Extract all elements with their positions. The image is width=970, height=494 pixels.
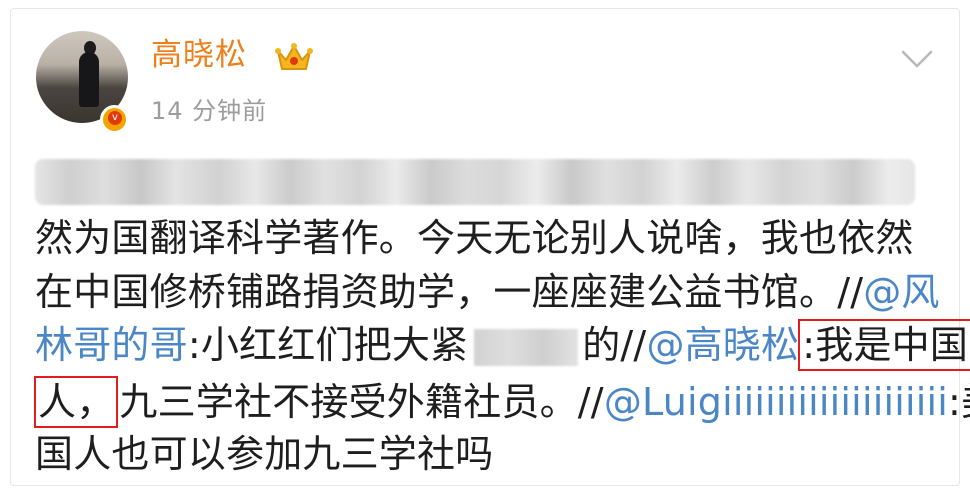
post-content-text: :小红红们把大紧	[187, 323, 469, 367]
mention-link[interactable]: 林哥的哥	[35, 323, 188, 367]
highlighted-text: :我是中国	[798, 319, 970, 371]
post-content-text: :美	[948, 380, 970, 424]
chevron-down-icon[interactable]	[893, 40, 941, 76]
post-content-text: 的//	[582, 323, 647, 367]
mention-link[interactable]: @Luigiiiiiiiiiiiiiiiiiiiii	[604, 380, 948, 424]
verified-badge-mark: v	[108, 111, 122, 125]
verified-badge-icon: v	[100, 105, 129, 134]
post-content-line-5: 国人也可以参加九三学社吗	[35, 432, 494, 476]
highlighted-text: 人，	[34, 376, 119, 428]
post-content-text: 九三学社不接受外籍社员。//	[119, 380, 604, 424]
post-content-line-1: 然为国翻译科学著作。今天无论别人说啥，我也依然	[35, 216, 914, 260]
post-content-line-3: 林哥的哥:小红红们把大紧 的//@高晓松:我是中国	[35, 318, 970, 372]
avatar-person-figure	[79, 52, 99, 107]
author-name[interactable]: 高晓松	[151, 35, 247, 75]
post-content-text: 在中国修桥铺路捐资助学，一座座建公益书馆。//	[35, 270, 864, 314]
screenshot-frame: v 高晓松 14 分钟前 然为国翻译科学著作。今天无论别人说啥，我也依然 在中国…	[0, 0, 970, 494]
blurred-redaction	[474, 329, 579, 366]
mention-link[interactable]: @风	[863, 270, 939, 314]
post-content-line-2: 在中国修桥铺路捐资助学，一座座建公益书馆。//@风	[35, 265, 940, 319]
post-timestamp: 14 分钟前	[151, 97, 268, 125]
post-content-line-4: 人， 九三学社不接受外籍社员。//@Luigiiiiiiiiiiiiiiiiiii…	[34, 375, 970, 429]
crown-icon	[275, 43, 313, 70]
blurred-redacted-line	[35, 159, 915, 205]
mention-link[interactable]: @高晓松	[646, 323, 799, 367]
